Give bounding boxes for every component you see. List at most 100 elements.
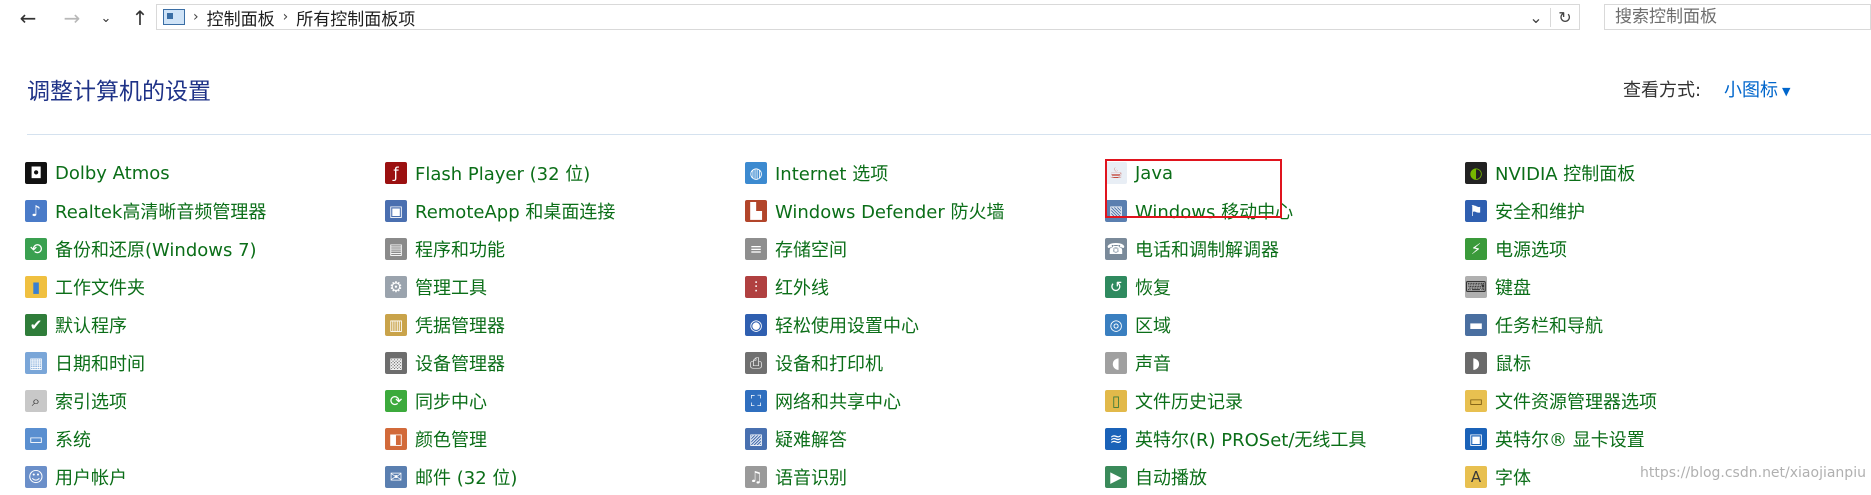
breadcrumb-all-items[interactable]: 所有控制面板项 [296,5,415,30]
taskbar-icon: ▬ [1465,314,1487,336]
power-options-icon: ⚡ [1465,238,1487,260]
backup-icon: ⟲ [25,238,47,260]
control-panel-item[interactable]: ▦ 日期和时间 [25,350,145,376]
control-panel-item[interactable]: ◉ 轻松使用设置中心 [745,312,919,338]
control-panel-item-label: 轻松使用设置中心 [775,316,919,337]
control-panel-item-label: 设备管理器 [415,354,505,375]
control-panel-item-label: 文件历史记录 [1135,392,1243,413]
control-panel-item[interactable]: ◐ NVIDIA 控制面板 [1465,160,1635,186]
control-panel-item[interactable]: ⌕ 索引选项 [25,388,127,414]
control-panel-item[interactable]: ✔ 默认程序 [25,312,127,338]
control-panel-item[interactable]: ⎙ 设备和打印机 [745,350,883,376]
device-manager-icon: ▩ [385,352,407,374]
control-panel-icon [163,9,185,25]
control-panel-item[interactable]: ⚑ 安全和维护 [1465,198,1585,224]
control-panel-item-label: 存储空间 [775,240,847,261]
control-panel-item[interactable]: ↺ 恢复 [1105,274,1171,300]
keyboard-icon: ⌨ [1465,276,1487,298]
control-panel-item[interactable]: ⟳ 同步中心 [385,388,487,414]
mail-icon: ✉ [385,466,407,488]
control-panel-item[interactable]: ☎ 电话和调制解调器 [1105,236,1279,262]
control-panel-item[interactable]: ▩ 设备管理器 [385,350,505,376]
control-panel-item-label: 邮件 (32 位) [415,468,518,489]
address-bar[interactable]: › 控制面板 › 所有控制面板项 ⌄ ↻ [156,4,1580,30]
ease-of-access-icon: ◉ [745,314,767,336]
control-panel-item-label: 网络和共享中心 [775,392,901,413]
control-panel-item[interactable]: ☺ 用户帐户 [25,464,127,490]
control-panel-item-label: Flash Player (32 位) [415,164,591,185]
network-center-icon: ⛶ [745,390,767,412]
sync-center-icon: ⟳ [385,390,407,412]
intel-graphics-icon: ▣ [1465,428,1487,450]
control-panel-item[interactable]: ◖ 声音 [1105,350,1171,376]
control-panel-item[interactable]: ▣ 英特尔® 显卡设置 [1465,426,1645,452]
control-panel-item[interactable]: ⟲ 备份和还原(Windows 7) [25,236,257,262]
address-dropdown-chevron-icon[interactable]: ⌄ [1522,8,1550,27]
control-panel-item-label: 英特尔® 显卡设置 [1495,430,1645,451]
control-panel-item-label: 英特尔(R) PROSet/无线工具 [1135,430,1367,451]
control-panel-item[interactable]: ▶ 自动播放 [1105,464,1207,490]
control-panel-item[interactable]: ◧ 颜色管理 [385,426,487,452]
infrared-icon: ⫶ [745,276,767,298]
phone-modem-icon: ☎ [1105,238,1127,260]
control-panel-item[interactable]: ◗ 鼠标 [1465,350,1531,376]
breadcrumb-control-panel[interactable]: 控制面板 [207,5,275,30]
control-panel-item-label: 备份和还原(Windows 7) [55,240,257,261]
control-panel-item[interactable]: ◎ 区域 [1105,312,1171,338]
control-panel-item[interactable]: ƒ Flash Player (32 位) [385,160,590,186]
view-by-label: 查看方式: [1623,80,1702,101]
default-programs-icon: ✔ [25,314,47,336]
recent-locations-chevron-icon[interactable]: ⌄ [96,4,116,32]
speech-recognition-icon: ♫ [745,466,767,488]
chevron-down-icon: ▼ [1782,84,1791,98]
control-panel-item[interactable]: ◍ Internet 选项 [745,160,888,186]
control-panel-item-label: 红外线 [775,278,829,299]
control-panel-item[interactable]: ▬ 任务栏和导航 [1465,312,1603,338]
dolby-icon: ◘ [25,162,47,184]
control-panel-item[interactable]: ✉ 邮件 (32 位) [385,464,517,490]
sound-icon: ◖ [1105,352,1127,374]
control-panel-item[interactable]: ⫶ 红外线 [745,274,829,300]
control-panel-item-label: 恢复 [1135,278,1171,299]
view-by-dropdown[interactable]: 小图标 ▼ [1724,76,1790,102]
forward-arrow-icon[interactable]: → [58,4,86,32]
search-input[interactable]: 搜索控制面板 [1604,4,1871,30]
control-panel-item-label: 设备和打印机 [775,354,883,375]
control-panel-item[interactable]: ⚙ 管理工具 [385,274,487,300]
control-panel-item[interactable]: A 字体 [1465,464,1531,490]
up-arrow-icon[interactable]: ↑ [126,4,154,32]
control-panel-item[interactable]: ⌨ 键盘 [1465,274,1531,300]
credential-manager-icon: ▥ [385,314,407,336]
control-panel-item[interactable]: ▭ 文件资源管理器选项 [1465,388,1657,414]
control-panel-item[interactable]: ▯ 文件历史记录 [1105,388,1243,414]
refresh-icon[interactable]: ↻ [1550,7,1579,27]
breadcrumb-separator-icon: › [282,9,289,25]
indexing-icon: ⌕ [25,390,47,412]
control-panel-item[interactable]: ◘ Dolby Atmos [25,160,170,186]
control-panel-item-label: Windows Defender 防火墙 [775,202,1005,223]
control-panel-item[interactable]: ▣ RemoteApp 和桌面连接 [385,198,615,224]
control-panel-item-label: 键盘 [1495,278,1531,299]
work-folders-icon: ▮ [25,276,47,298]
control-panel-item-label: 字体 [1495,468,1531,489]
mouse-icon: ◗ [1465,352,1487,374]
watermark: https://blog.csdn.net/xiaojianpiu [1640,465,1866,481]
control-panel-item-label: NVIDIA 控制面板 [1495,164,1636,185]
control-panel-item[interactable]: ≋ 英特尔(R) PROSet/无线工具 [1105,426,1366,452]
control-panel-item[interactable]: ▙ Windows Defender 防火墙 [745,198,1004,224]
control-panel-item[interactable]: ⛶ 网络和共享中心 [745,388,901,414]
control-panel-item[interactable]: ♫ 语音识别 [745,464,847,490]
control-panel-item[interactable]: ▤ 程序和功能 [385,236,505,262]
control-panel-item[interactable]: ♪ Realtek高清晰音频管理器 [25,198,266,224]
control-panel-item[interactable]: ▨ 疑难解答 [745,426,847,452]
control-panel-item[interactable]: ▥ 凭据管理器 [385,312,505,338]
control-panel-item[interactable]: ▮ 工作文件夹 [25,274,145,300]
control-panel-item[interactable]: ⚡ 电源选项 [1465,236,1567,262]
back-arrow-icon[interactable]: ← [14,4,42,32]
nvidia-icon: ◐ [1465,162,1487,184]
control-panel-item[interactable]: ≡ 存储空间 [745,236,847,262]
address-toolbar: ← → ⌄ ↑ › 控制面板 › 所有控制面板项 ⌄ ↻ 搜索控制面板 [0,0,1871,36]
color-management-icon: ◧ [385,428,407,450]
control-panel-item[interactable]: ▭ 系统 [25,426,91,452]
remoteapp-icon: ▣ [385,200,407,222]
